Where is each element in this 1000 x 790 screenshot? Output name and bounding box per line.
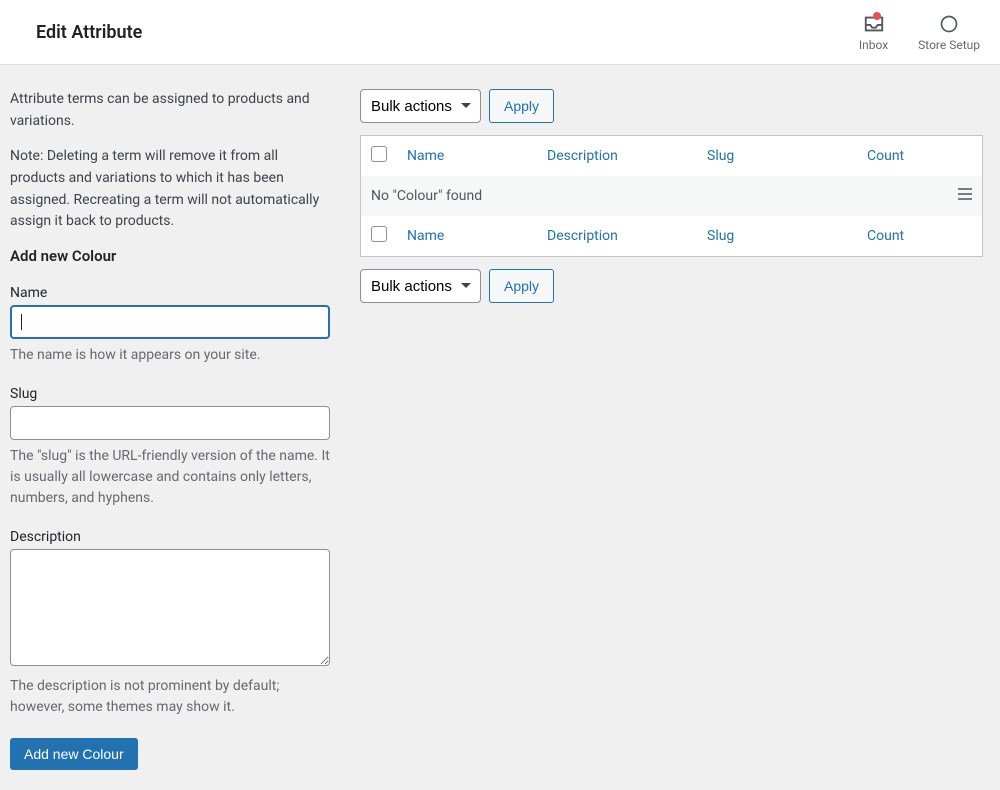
apply-button-top[interactable]: Apply [489,89,554,123]
store-setup-button[interactable]: Store Setup [918,13,980,52]
slug-help-text: The "slug" is the URL-friendly version o… [10,446,330,509]
name-help-text: The name is how it appears on your site. [10,345,330,366]
topbar: Edit Attribute Inbox Store Setup [0,0,1000,65]
reorder-icon[interactable] [958,188,972,204]
select-all-checkbox-bottom[interactable] [371,226,387,242]
notification-dot-icon [873,12,881,20]
description-help-text: The description is not prominent by defa… [10,676,330,718]
topbar-actions: Inbox Store Setup [859,13,980,52]
store-setup-label: Store Setup [918,38,980,52]
inbox-label: Inbox [859,38,888,52]
add-new-button[interactable]: Add new Colour [10,738,138,770]
intro-paragraph-1: Attribute terms can be assigned to produ… [10,89,330,132]
inbox-button[interactable]: Inbox [859,13,888,52]
slug-input[interactable] [10,406,330,440]
table-footer-row: Name Description Slug Count [361,216,983,257]
col-header-name[interactable]: Name [407,148,444,164]
description-field-group: Description The description is not promi… [10,529,330,718]
col-footer-count[interactable]: Count [867,228,904,244]
table-column: Bulk actions Apply Name Description Slug… [360,89,983,770]
terms-table: Name Description Slug Count No "Colour" … [360,135,983,257]
col-header-slug[interactable]: Slug [707,148,734,164]
name-label: Name [10,285,330,301]
col-footer-slug[interactable]: Slug [707,228,734,244]
col-footer-description[interactable]: Description [547,228,618,244]
bulk-actions-select-top[interactable]: Bulk actions [360,89,481,123]
name-field-group: Name The name is how it appears on your … [10,285,330,366]
col-header-description[interactable]: Description [547,148,618,164]
bulk-actions-select-bottom[interactable]: Bulk actions [360,269,481,303]
description-input[interactable] [10,549,330,666]
table-header-row: Name Description Slug Count [361,136,983,177]
apply-button-bottom[interactable]: Apply [489,269,554,303]
bulk-actions-bottom: Bulk actions Apply [360,269,983,303]
slug-field-group: Slug The "slug" is the URL-friendly vers… [10,386,330,509]
table-empty-row: No "Colour" found [361,176,983,216]
bulk-actions-top: Bulk actions Apply [360,89,983,123]
slug-label: Slug [10,386,330,402]
select-all-checkbox-top[interactable] [371,146,387,162]
empty-message: No "Colour" found [371,188,482,204]
form-column: Attribute terms can be assigned to produ… [10,89,330,770]
col-footer-name[interactable]: Name [407,228,444,244]
description-label: Description [10,529,330,545]
col-header-count[interactable]: Count [867,148,904,164]
form-section-title: Add new Colour [10,247,330,265]
intro-paragraph-2: Note: Deleting a term will remove it fro… [10,146,330,233]
content-area: Attribute terms can be assigned to produ… [0,65,1000,790]
page-title: Edit Attribute [36,22,142,43]
circle-icon [938,13,960,35]
name-input[interactable] [10,305,330,339]
